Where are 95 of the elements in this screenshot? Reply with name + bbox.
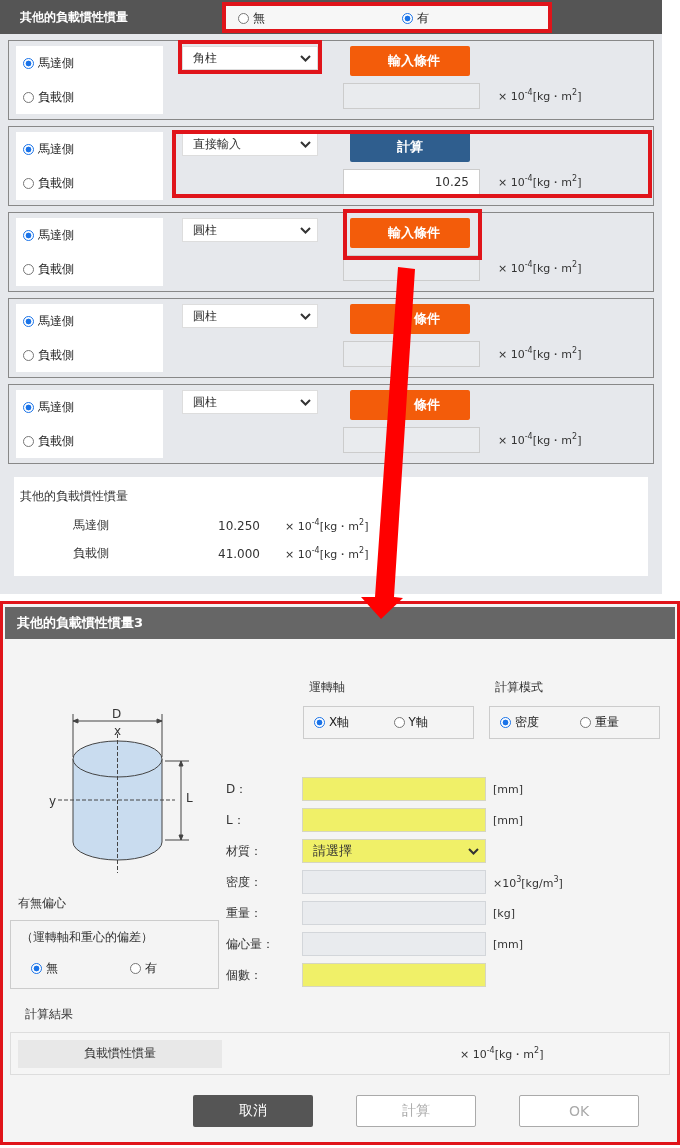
radio-label[interactable]: 馬達側	[38, 226, 74, 244]
unit-label: × 10$^{-4}$[kg・m$^{2}$]	[460, 1045, 544, 1062]
eccentric-title: 有無偏心	[18, 895, 66, 912]
radio-button[interactable]	[23, 349, 34, 361]
radio-label[interactable]: 重量	[594, 714, 619, 731]
unit-label: × 10$^{-4}$[kg・m$^{2}$]	[498, 88, 582, 104]
inertia-field[interactable]: 10.25	[343, 169, 480, 195]
chevron-icon	[468, 847, 479, 855]
field-label: 材質：	[226, 842, 263, 860]
radio-label[interactable]: 馬達側	[38, 140, 74, 158]
radio-button[interactable]	[23, 177, 34, 189]
radio-button[interactable]	[402, 12, 413, 24]
chevron-icon	[300, 140, 311, 148]
inertia-field[interactable]	[343, 83, 480, 109]
field-label: 個數：	[226, 966, 263, 984]
result-label: 負載慣性慣量	[18, 1039, 222, 1068]
unit-label: × 10$^{-4}$[kg・m$^{2}$]	[498, 174, 582, 190]
radio-button[interactable]	[23, 263, 34, 275]
group-title: 計算模式	[494, 679, 543, 696]
input-field[interactable]	[302, 963, 486, 987]
unit-label: ×10$^{3}$[kg/m$^{3}$]	[493, 874, 563, 890]
unit-label: × 10$^{-4}$[kg・m$^{2}$]	[498, 432, 582, 448]
unit-label: × 10$^{-4}$[kg・m$^{2}$]	[285, 545, 369, 562]
dimension-label: D	[112, 707, 122, 721]
radio-label[interactable]: 負載側	[38, 88, 74, 106]
input-field[interactable]	[302, 777, 486, 801]
summary-value: 41.000	[217, 546, 260, 561]
radio-button[interactable]	[23, 315, 34, 327]
calculate-button[interactable]: 計算	[350, 132, 470, 162]
chevron-icon	[300, 54, 311, 62]
radio-label[interactable]: 無	[253, 9, 265, 27]
axis-label: x	[114, 724, 122, 738]
summary-label: 負載側	[73, 545, 110, 562]
material-dropdown[interactable]: 請選擇	[302, 839, 486, 863]
shape-dropdown[interactable]: 圓柱	[182, 390, 318, 414]
input-field[interactable]	[302, 870, 486, 894]
radio-button[interactable]	[23, 143, 34, 155]
radio-button[interactable]	[23, 229, 34, 241]
radio-button[interactable]	[23, 91, 34, 103]
radio-label[interactable]: Y軸	[408, 714, 428, 731]
radio-button[interactable]	[500, 717, 511, 728]
result-title: 計算結果	[25, 1006, 73, 1023]
unit-label: [mm]	[493, 813, 523, 827]
unit-label: [mm]	[493, 782, 523, 796]
shape-dropdown[interactable]: 直接輸入	[182, 132, 318, 156]
dialog-title: 其他的負載慣性慣量3	[5, 607, 675, 639]
radio-label[interactable]: 馬達側	[38, 54, 74, 72]
radio-button[interactable]	[23, 435, 34, 447]
summary-value: 10.250	[217, 518, 260, 533]
input-field[interactable]	[302, 808, 486, 832]
radio-button[interactable]	[23, 57, 34, 69]
chevron-icon	[300, 312, 311, 320]
chevron-icon	[300, 226, 311, 234]
field-label: 重量：	[226, 904, 263, 922]
chevron-icon	[300, 398, 311, 406]
shape-dropdown[interactable]: 角柱	[182, 46, 318, 70]
radio-button[interactable]	[238, 12, 249, 24]
radio-label[interactable]: 負載側	[38, 174, 74, 192]
radio-button[interactable]	[393, 717, 405, 728]
field-label: 偏心量：	[226, 935, 275, 953]
shape-dropdown[interactable]: 圓柱	[182, 304, 318, 328]
radio-label[interactable]: 有	[417, 9, 429, 27]
radio-label[interactable]: 馬達側	[38, 398, 74, 416]
section-title: 其他的負載慣性慣量	[20, 8, 129, 26]
radio-button[interactable]	[23, 401, 34, 413]
radio-label[interactable]: 無	[46, 960, 58, 977]
unit-label: × 10$^{-4}$[kg・m$^{2}$]	[498, 346, 582, 362]
radio-label[interactable]: 密度	[515, 714, 539, 731]
radio-label[interactable]: 馬達側	[38, 312, 74, 330]
radio-button[interactable]	[314, 717, 325, 728]
shape-dropdown[interactable]: 圓柱	[182, 218, 318, 242]
axis-label: y	[49, 794, 57, 808]
unit-label: × 10$^{-4}$[kg・m$^{2}$]	[498, 260, 582, 276]
field-label: 密度：	[226, 873, 263, 891]
radio-button[interactable]	[31, 963, 42, 974]
summary-title: 其他的負載慣性慣量	[20, 488, 128, 505]
input-field[interactable]	[302, 932, 486, 956]
group-title: 運轉軸	[308, 679, 345, 696]
field-label: L：	[226, 811, 246, 829]
unit-label: × 10$^{-4}$[kg・m$^{2}$]	[285, 517, 369, 534]
radio-label[interactable]: 負載側	[38, 260, 74, 278]
radio-label[interactable]: 負載側	[38, 432, 74, 450]
radio-label[interactable]: 負載側	[38, 346, 74, 364]
summary-label: 馬達側	[73, 517, 110, 534]
radio-label[interactable]: 有	[144, 960, 157, 977]
unit-label: [kg]	[493, 906, 515, 920]
field-label: D：	[226, 780, 249, 798]
eccentric-note: （運轉軸和重心的偏差）	[21, 929, 153, 946]
input-field[interactable]	[302, 901, 486, 925]
unit-label: [mm]	[493, 937, 523, 951]
radio-button[interactable]	[579, 717, 591, 728]
dimension-label: L	[186, 791, 193, 805]
cancel-button[interactable]: 取消	[193, 1095, 313, 1127]
radio-button[interactable]	[129, 963, 141, 974]
radio-label[interactable]: X軸	[329, 714, 350, 731]
